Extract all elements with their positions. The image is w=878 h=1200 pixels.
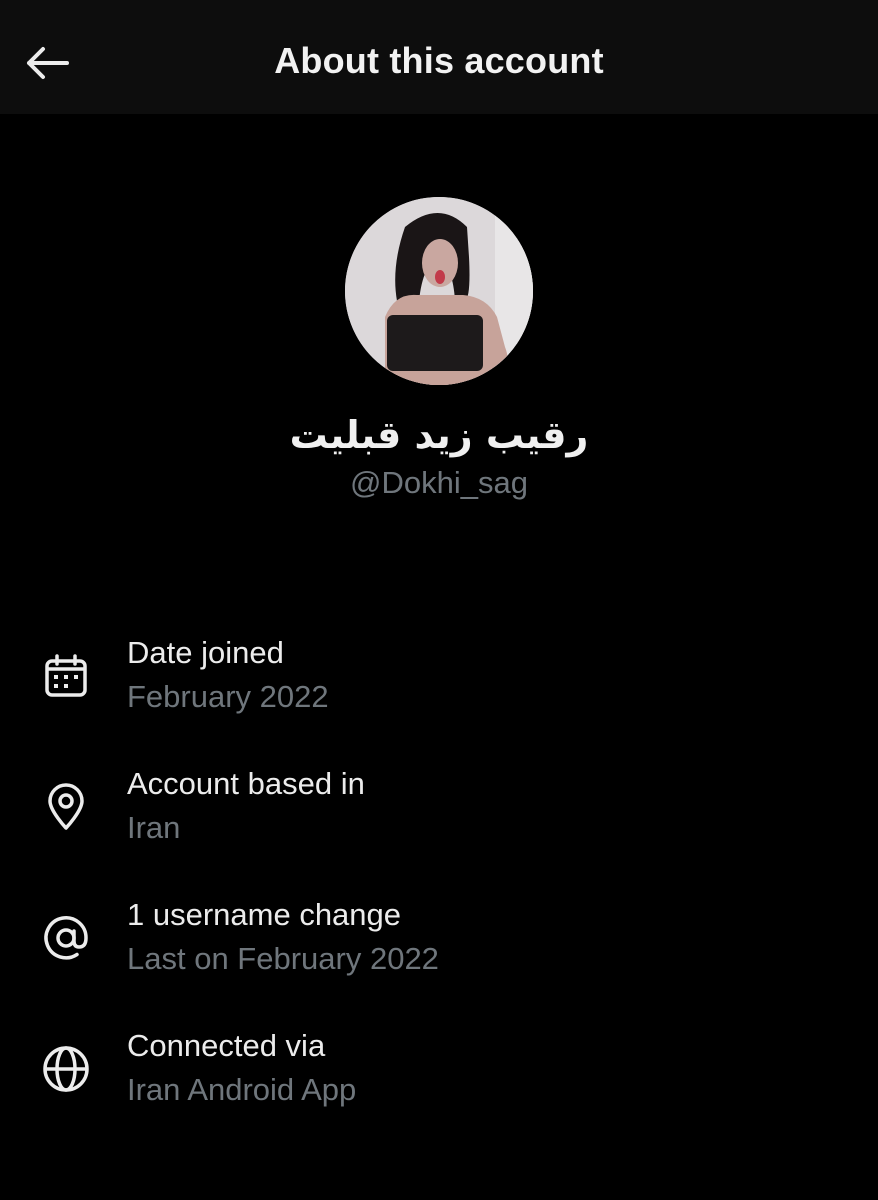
username-change-label: 1 username change bbox=[127, 897, 402, 932]
info-row-account-location: Account based in Iran bbox=[0, 766, 878, 862]
account-location-value: Iran bbox=[127, 810, 181, 845]
page-title: About this account bbox=[274, 40, 604, 81]
date-joined-label: Date joined bbox=[127, 635, 284, 670]
info-row-username-change: 1 username change Last on February 2022 bbox=[0, 897, 878, 993]
connected-via-label: Connected via bbox=[127, 1028, 326, 1063]
at-sign-icon bbox=[40, 912, 92, 964]
connected-via-value: Iran Android App bbox=[127, 1072, 357, 1107]
info-row-date-joined: Date joined February 2022 bbox=[0, 635, 878, 731]
calendar-icon bbox=[40, 650, 92, 702]
location-pin-icon bbox=[40, 781, 92, 833]
display-name: رقيب زيد قبليت bbox=[289, 413, 589, 457]
date-joined-value: February 2022 bbox=[127, 679, 329, 714]
top-app-bar: About this account bbox=[0, 0, 878, 114]
avatar[interactable] bbox=[345, 197, 533, 385]
account-location-label: Account based in bbox=[127, 766, 365, 801]
username-handle: @Dokhi_sag bbox=[350, 465, 528, 500]
globe-icon bbox=[40, 1043, 92, 1095]
username-change-value: Last on February 2022 bbox=[127, 941, 439, 976]
info-row-connected-via: Connected via Iran Android App bbox=[0, 1028, 878, 1124]
